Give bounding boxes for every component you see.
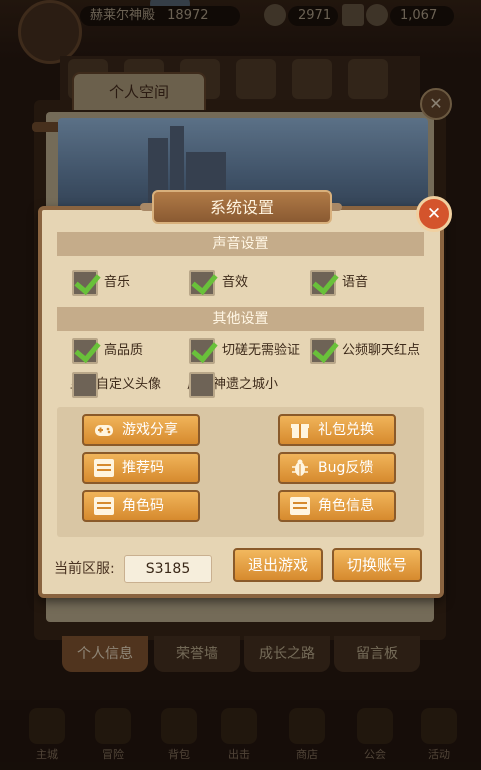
current-server-value: S3185 — [124, 555, 212, 583]
checkbox-divine-city-box[interactable] — [189, 372, 215, 398]
checkbox-high-quality-label: 高品质 — [104, 343, 144, 358]
other-section-header: 其他设置 — [57, 307, 424, 331]
switch-account-button[interactable]: 切换账号 — [332, 548, 422, 582]
referral-code-button[interactable]: 推荐码 — [82, 452, 200, 484]
role-info-button[interactable]: 角色信息 — [278, 490, 396, 522]
checkbox-duel-no-verify-label: 切磋无需验证 — [222, 343, 301, 358]
system-settings-dialog — [38, 206, 444, 598]
document-icon — [94, 459, 114, 477]
gift-icon — [291, 424, 309, 438]
checkbox-high-quality-box[interactable] — [72, 335, 101, 364]
share-game-button[interactable]: 游戏分享 — [82, 414, 200, 446]
sound-section-header: 声音设置 — [57, 232, 424, 256]
checkbox-music-box[interactable] — [72, 267, 101, 296]
checkbox-music-label: 音乐 — [104, 275, 131, 290]
checkbox-duel-no-verify-box[interactable] — [189, 335, 218, 364]
bug-icon — [292, 459, 308, 476]
exit-game-button[interactable]: 退出游戏 — [233, 548, 323, 582]
document-icon — [94, 497, 114, 515]
document-icon — [290, 497, 310, 515]
checkbox-sfx-box[interactable] — [189, 267, 218, 296]
checkbox-chat-red-dot-box[interactable] — [310, 335, 339, 364]
gamepad-icon — [95, 425, 113, 436]
role-code-button[interactable]: 角色码 — [82, 490, 200, 522]
checkbox-custom-avatar-box[interactable] — [72, 372, 98, 398]
checkbox-sfx-label: 音效 — [222, 275, 249, 290]
checkbox-voice-label: 语音 — [342, 275, 369, 290]
bug-report-button[interactable]: Bug反馈 — [278, 452, 396, 484]
checkbox-voice-box[interactable] — [310, 267, 339, 296]
close-icon[interactable]: ✕ — [416, 196, 452, 232]
dialog-title: 系统设置 — [152, 190, 332, 224]
checkbox-chat-red-dot-label: 公频聊天红点 — [342, 343, 421, 358]
current-server-label: 当前区服: — [54, 561, 115, 577]
gift-redeem-button[interactable]: 礼包兑换 — [278, 414, 396, 446]
